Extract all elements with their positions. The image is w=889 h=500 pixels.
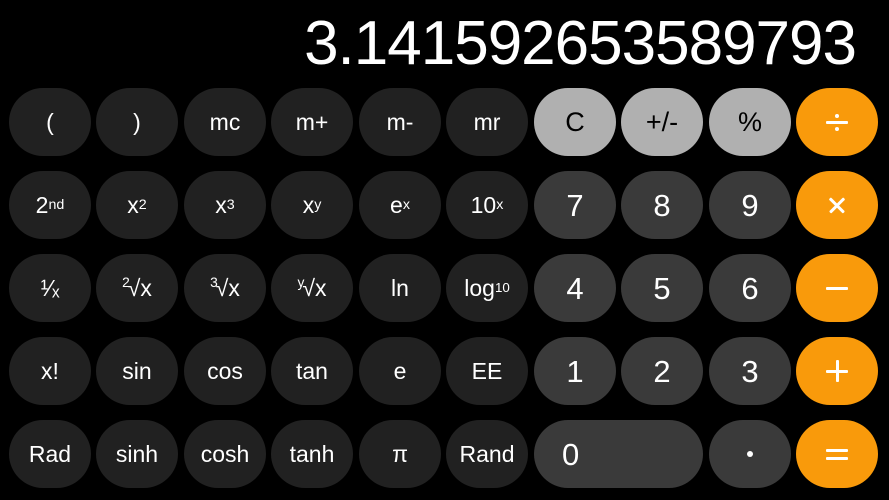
key-tan[interactable]: tan bbox=[271, 337, 353, 405]
radical-index: y bbox=[297, 274, 305, 290]
minus-icon bbox=[825, 276, 849, 300]
key-pi[interactable]: π bbox=[359, 420, 441, 488]
key-memory-recall[interactable]: mr bbox=[446, 88, 528, 156]
key-five[interactable]: 5 bbox=[621, 254, 703, 322]
key-multiply[interactable] bbox=[796, 171, 878, 239]
radical-body: √x bbox=[127, 274, 152, 301]
calculator-app: 3.141592653589793 ( ) mc m+ m- mr C +/- … bbox=[0, 0, 889, 500]
radical-index: 2 bbox=[122, 274, 130, 290]
divide-icon bbox=[825, 110, 849, 134]
display-value: 3.141592653589793 bbox=[304, 9, 857, 78]
key-six[interactable]: 6 bbox=[709, 254, 791, 322]
key-e-to-x-base: e bbox=[390, 191, 403, 218]
equals-icon bbox=[825, 442, 849, 466]
key-four[interactable]: 4 bbox=[534, 254, 616, 322]
key-clear[interactable]: C bbox=[534, 88, 616, 156]
key-cos[interactable]: cos bbox=[184, 337, 266, 405]
key-one[interactable]: 1 bbox=[534, 337, 616, 405]
key-ten-to-x[interactable]: 10 x bbox=[446, 171, 528, 239]
key-sign-toggle[interactable]: +/- bbox=[621, 88, 703, 156]
key-sin[interactable]: sin bbox=[96, 337, 178, 405]
key-x-cubed[interactable]: x3 bbox=[184, 171, 266, 239]
key-x-squared[interactable]: x2 bbox=[96, 171, 178, 239]
key-log-base-10[interactable]: log 10 bbox=[446, 254, 528, 322]
key-close-paren[interactable]: ) bbox=[96, 88, 178, 156]
key-log-base: log bbox=[464, 274, 495, 301]
key-rad[interactable]: Rad bbox=[9, 420, 91, 488]
key-factorial[interactable]: x! bbox=[9, 337, 91, 405]
key-second-function[interactable]: 2nd bbox=[9, 171, 91, 239]
key-zero[interactable]: 0 bbox=[534, 420, 703, 488]
plus-icon bbox=[825, 359, 849, 383]
key-square-root[interactable]: 2 √x bbox=[96, 254, 178, 322]
key-eight[interactable]: 8 bbox=[621, 171, 703, 239]
key-two[interactable]: 2 bbox=[621, 337, 703, 405]
key-euler[interactable]: e bbox=[359, 337, 441, 405]
key-rand[interactable]: Rand bbox=[446, 420, 528, 488]
key-add[interactable] bbox=[796, 337, 878, 405]
key-three[interactable]: 3 bbox=[709, 337, 791, 405]
key-x-to-y-base: x bbox=[302, 191, 315, 218]
key-open-paren[interactable]: ( bbox=[9, 88, 91, 156]
key-sinh[interactable]: sinh bbox=[96, 420, 178, 488]
key-x-squared-base: x bbox=[127, 191, 139, 218]
key-memory-clear[interactable]: mc bbox=[184, 88, 266, 156]
key-tanh[interactable]: tanh bbox=[271, 420, 353, 488]
key-percent[interactable]: % bbox=[709, 88, 791, 156]
radical-2: 2 √x bbox=[122, 274, 152, 301]
key-memory-add[interactable]: m+ bbox=[271, 88, 353, 156]
key-subtract[interactable] bbox=[796, 254, 878, 322]
calculator-display: 3.141592653589793 bbox=[0, 0, 889, 88]
key-y-root[interactable]: y √x bbox=[271, 254, 353, 322]
key-x-to-y[interactable]: xy bbox=[271, 171, 353, 239]
key-natural-log[interactable]: ln bbox=[359, 254, 441, 322]
key-cosh[interactable]: cosh bbox=[184, 420, 266, 488]
key-second-base: 2 bbox=[35, 191, 49, 218]
key-reciprocal[interactable]: ¹⁄ₓ bbox=[9, 254, 91, 322]
key-memory-subtract[interactable]: m- bbox=[359, 88, 441, 156]
key-divide[interactable] bbox=[796, 88, 878, 156]
key-equals[interactable] bbox=[796, 420, 878, 488]
key-e-to-x[interactable]: ex bbox=[359, 171, 441, 239]
radical-body: √x bbox=[302, 274, 327, 301]
key-decimal[interactable] bbox=[709, 420, 791, 488]
keypad: ( ) mc m+ m- mr C +/- % 2nd x2 x3 xy ex bbox=[0, 88, 889, 500]
key-seven[interactable]: 7 bbox=[534, 171, 616, 239]
key-nine[interactable]: 9 bbox=[709, 171, 791, 239]
key-ee[interactable]: EE bbox=[446, 337, 528, 405]
key-x-cubed-base: x bbox=[215, 191, 227, 218]
multiply-icon bbox=[825, 193, 849, 217]
key-ten-to-x-base: 10 bbox=[470, 191, 497, 218]
radical-y: y √x bbox=[297, 274, 327, 301]
radical-3: 3 √x bbox=[210, 274, 240, 301]
radical-body: √x bbox=[215, 274, 240, 301]
key-cube-root[interactable]: 3 √x bbox=[184, 254, 266, 322]
radical-index: 3 bbox=[210, 274, 218, 290]
decimal-point-icon bbox=[747, 451, 753, 457]
